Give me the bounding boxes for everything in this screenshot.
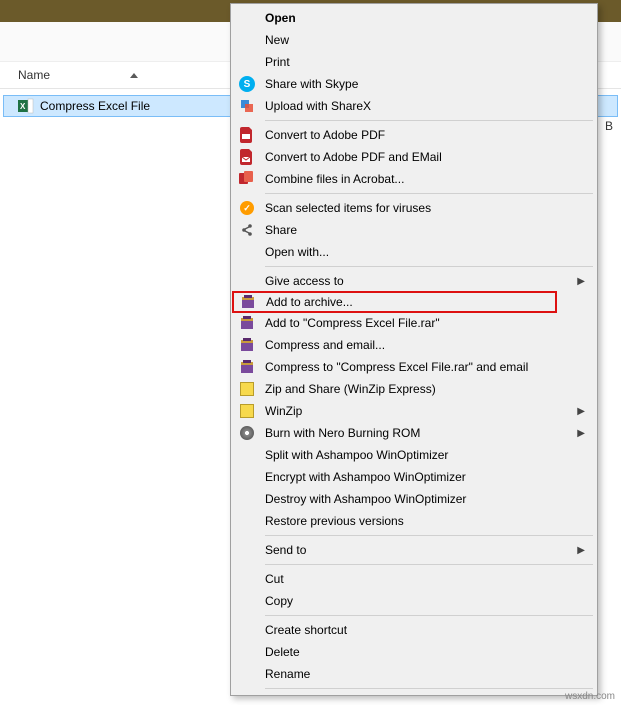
blank-icon xyxy=(237,32,257,48)
blank-icon xyxy=(237,10,257,26)
winzip-icon xyxy=(237,381,257,397)
blank-icon xyxy=(237,622,257,638)
sort-asc-icon xyxy=(130,73,138,78)
file-size-suffix: B xyxy=(605,119,613,133)
menu-separator xyxy=(265,266,593,267)
sharex-icon xyxy=(237,98,257,114)
menu-separator xyxy=(265,688,593,689)
menu-give-access[interactable]: Give access to ▶ xyxy=(233,270,595,292)
menu-print[interactable]: Print xyxy=(233,51,595,73)
blank-icon xyxy=(237,54,257,70)
blank-icon xyxy=(237,447,257,463)
share-icon xyxy=(237,222,257,238)
svg-text:X: X xyxy=(20,102,26,111)
winrar-icon xyxy=(237,359,257,375)
blank-icon xyxy=(237,273,257,289)
watermark: wsxdn.com xyxy=(565,691,615,702)
menu-convert-pdf[interactable]: Convert to Adobe PDF xyxy=(233,124,595,146)
menu-zip-share[interactable]: Zip and Share (WinZip Express) xyxy=(233,378,595,400)
blank-icon xyxy=(237,542,257,558)
menu-rename[interactable]: Rename xyxy=(233,663,595,685)
pdf-combine-icon xyxy=(237,171,257,187)
menu-nero-burn[interactable]: Burn with Nero Burning ROM ▶ xyxy=(233,422,595,444)
skype-icon: S xyxy=(237,76,257,92)
winrar-icon xyxy=(237,337,257,353)
context-menu: Open New Print S Share with Skype Upload… xyxy=(230,3,598,696)
chevron-right-icon: ▶ xyxy=(577,276,585,287)
menu-scan-virus[interactable]: ✓ Scan selected items for viruses xyxy=(233,197,595,219)
blank-icon xyxy=(237,644,257,660)
menu-destroy-ashampoo[interactable]: Destroy with Ashampoo WinOptimizer xyxy=(233,488,595,510)
menu-copy[interactable]: Copy xyxy=(233,590,595,612)
blank-icon xyxy=(237,571,257,587)
menu-cut[interactable]: Cut xyxy=(233,568,595,590)
chevron-right-icon: ▶ xyxy=(577,428,585,439)
antivirus-icon: ✓ xyxy=(237,200,257,216)
menu-delete[interactable]: Delete xyxy=(233,641,595,663)
winrar-icon xyxy=(237,315,257,331)
menu-add-to-rar[interactable]: Add to "Compress Excel File.rar" xyxy=(233,312,595,334)
menu-separator xyxy=(265,564,593,565)
blank-icon xyxy=(237,244,257,260)
menu-combine-acrobat[interactable]: Combine files in Acrobat... xyxy=(233,168,595,190)
menu-encrypt-ashampoo[interactable]: Encrypt with Ashampoo WinOptimizer xyxy=(233,466,595,488)
menu-share-skype[interactable]: S Share with Skype xyxy=(233,73,595,95)
winzip-icon xyxy=(237,403,257,419)
menu-new[interactable]: New xyxy=(233,29,595,51)
menu-winzip[interactable]: WinZip ▶ xyxy=(233,400,595,422)
column-name-label: Name xyxy=(18,68,50,82)
chevron-right-icon: ▶ xyxy=(577,406,585,417)
menu-add-to-archive[interactable]: Add to archive... xyxy=(232,291,557,313)
menu-restore-versions[interactable]: Restore previous versions xyxy=(233,510,595,532)
menu-separator xyxy=(265,535,593,536)
menu-separator xyxy=(265,615,593,616)
menu-split-ashampoo[interactable]: Split with Ashampoo WinOptimizer xyxy=(233,444,595,466)
menu-send-to[interactable]: Send to ▶ xyxy=(233,539,595,561)
menu-separator xyxy=(265,193,593,194)
menu-open-with[interactable]: Open with... xyxy=(233,241,595,263)
blank-icon xyxy=(237,491,257,507)
chevron-right-icon: ▶ xyxy=(577,545,585,556)
excel-file-icon: X xyxy=(18,98,34,114)
menu-create-shortcut[interactable]: Create shortcut xyxy=(233,619,595,641)
nero-icon xyxy=(237,425,257,441)
winrar-icon xyxy=(238,294,258,310)
menu-compress-rar-email[interactable]: Compress to "Compress Excel File.rar" an… xyxy=(233,356,595,378)
menu-share[interactable]: Share xyxy=(233,219,595,241)
pdf-icon xyxy=(237,127,257,143)
menu-separator xyxy=(265,120,593,121)
menu-open[interactable]: Open xyxy=(233,7,595,29)
file-name: Compress Excel File xyxy=(40,99,150,113)
menu-convert-pdf-email[interactable]: Convert to Adobe PDF and EMail xyxy=(233,146,595,168)
menu-compress-email[interactable]: Compress and email... xyxy=(233,334,595,356)
blank-icon xyxy=(237,593,257,609)
menu-upload-sharex[interactable]: Upload with ShareX xyxy=(233,95,595,117)
blank-icon xyxy=(237,513,257,529)
blank-icon xyxy=(237,469,257,485)
pdf-email-icon xyxy=(237,149,257,165)
blank-icon xyxy=(237,666,257,682)
